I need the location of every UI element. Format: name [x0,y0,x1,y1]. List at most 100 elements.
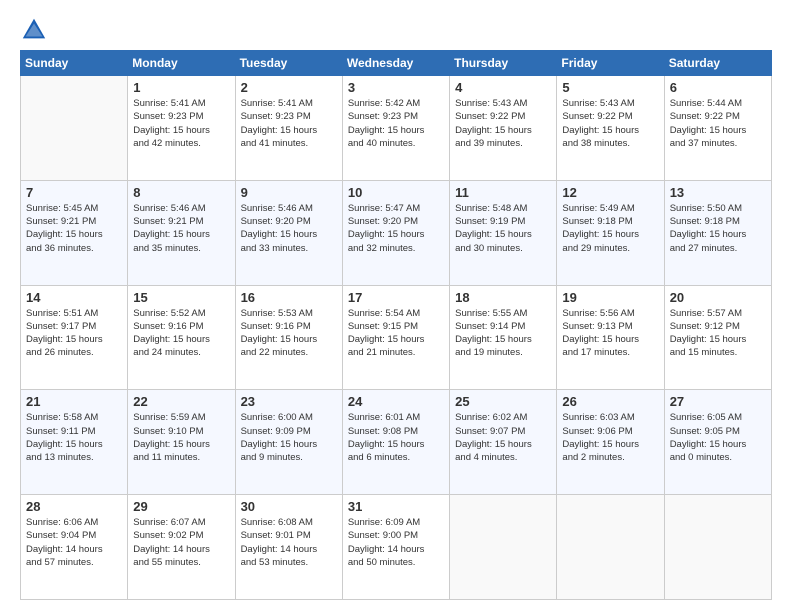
weekday-header-sunday: Sunday [21,51,128,76]
day-info: Sunrise: 6:09 AM Sunset: 9:00 PM Dayligh… [348,516,444,569]
day-info: Sunrise: 5:45 AM Sunset: 9:21 PM Dayligh… [26,202,122,255]
calendar-week-row: 28 Sunrise: 6:06 AM Sunset: 9:04 PM Dayli… [21,495,772,600]
day-number: 16 [241,290,337,305]
day-info: Sunrise: 5:46 AM Sunset: 9:20 PM Dayligh… [241,202,337,255]
day-number: 20 [670,290,766,305]
day-info: Sunrise: 5:51 AM Sunset: 9:17 PM Dayligh… [26,307,122,360]
calendar-week-row: 21 Sunrise: 5:58 AM Sunset: 9:11 PM Dayli… [21,390,772,495]
day-number: 3 [348,80,444,95]
day-info: Sunrise: 5:54 AM Sunset: 9:15 PM Dayligh… [348,307,444,360]
day-info: Sunrise: 5:43 AM Sunset: 9:22 PM Dayligh… [562,97,658,150]
day-number: 14 [26,290,122,305]
calendar-cell: 16 Sunrise: 5:53 AM Sunset: 9:16 PM Dayli… [235,285,342,390]
calendar-cell: 28 Sunrise: 6:06 AM Sunset: 9:04 PM Dayli… [21,495,128,600]
calendar-cell [557,495,664,600]
day-info: Sunrise: 6:03 AM Sunset: 9:06 PM Dayligh… [562,411,658,464]
calendar-cell: 13Sunrise: 5:50 AM Sunset: 9:18 PM Dayli… [664,180,771,285]
day-number: 17 [348,290,444,305]
calendar-cell: 8 Sunrise: 5:46 AM Sunset: 9:21 PM Daylig… [128,180,235,285]
calendar-cell: 2Sunrise: 5:41 AM Sunset: 9:23 PM Daylig… [235,76,342,181]
day-info: Sunrise: 5:57 AM Sunset: 9:12 PM Dayligh… [670,307,766,360]
weekday-header-friday: Friday [557,51,664,76]
calendar-cell: 20 Sunrise: 5:57 AM Sunset: 9:12 PM Dayli… [664,285,771,390]
day-info: Sunrise: 5:43 AM Sunset: 9:22 PM Dayligh… [455,97,551,150]
calendar-cell: 23 Sunrise: 6:00 AM Sunset: 9:09 PM Dayli… [235,390,342,495]
day-number: 19 [562,290,658,305]
calendar-cell: 18 Sunrise: 5:55 AM Sunset: 9:14 PM Dayli… [450,285,557,390]
day-info: Sunrise: 5:53 AM Sunset: 9:16 PM Dayligh… [241,307,337,360]
day-number: 2 [241,80,337,95]
weekday-header-thursday: Thursday [450,51,557,76]
day-number: 21 [26,394,122,409]
day-number: 15 [133,290,229,305]
day-info: Sunrise: 6:08 AM Sunset: 9:01 PM Dayligh… [241,516,337,569]
day-number: 24 [348,394,444,409]
calendar-cell: 30Sunrise: 6:08 AM Sunset: 9:01 PM Dayli… [235,495,342,600]
calendar-cell: 17 Sunrise: 5:54 AM Sunset: 9:15 PM Dayli… [342,285,449,390]
calendar-cell: 25Sunrise: 6:02 AM Sunset: 9:07 PM Dayli… [450,390,557,495]
calendar-cell [450,495,557,600]
calendar-cell: 26 Sunrise: 6:03 AM Sunset: 9:06 PM Dayli… [557,390,664,495]
day-number: 9 [241,185,337,200]
day-number: 1 [133,80,229,95]
day-number: 27 [670,394,766,409]
calendar-cell: 31 Sunrise: 6:09 AM Sunset: 9:00 PM Dayli… [342,495,449,600]
day-number: 25 [455,394,551,409]
day-number: 31 [348,499,444,514]
day-number: 23 [241,394,337,409]
calendar-cell: 27Sunrise: 6:05 AM Sunset: 9:05 PM Dayli… [664,390,771,495]
calendar-cell: 29 Sunrise: 6:07 AM Sunset: 9:02 PM Dayli… [128,495,235,600]
day-info: Sunrise: 5:49 AM Sunset: 9:18 PM Dayligh… [562,202,658,255]
day-number: 4 [455,80,551,95]
calendar-cell: 6Sunrise: 5:44 AM Sunset: 9:22 PM Daylig… [664,76,771,181]
day-info: Sunrise: 6:06 AM Sunset: 9:04 PM Dayligh… [26,516,122,569]
weekday-header-row: SundayMondayTuesdayWednesdayThursdayFrid… [21,51,772,76]
day-number: 13 [670,185,766,200]
day-number: 28 [26,499,122,514]
day-info: Sunrise: 5:46 AM Sunset: 9:21 PM Dayligh… [133,202,229,255]
calendar-cell [664,495,771,600]
day-number: 10 [348,185,444,200]
weekday-header-monday: Monday [128,51,235,76]
day-number: 29 [133,499,229,514]
day-number: 26 [562,394,658,409]
day-info: Sunrise: 5:52 AM Sunset: 9:16 PM Dayligh… [133,307,229,360]
day-info: Sunrise: 5:42 AM Sunset: 9:23 PM Dayligh… [348,97,444,150]
calendar-cell: 12 Sunrise: 5:49 AM Sunset: 9:18 PM Dayli… [557,180,664,285]
weekday-header-tuesday: Tuesday [235,51,342,76]
calendar-cell: 24 Sunrise: 6:01 AM Sunset: 9:08 PM Dayli… [342,390,449,495]
day-number: 18 [455,290,551,305]
day-info: Sunrise: 5:59 AM Sunset: 9:10 PM Dayligh… [133,411,229,464]
calendar-week-row: 1 Sunrise: 5:41 AM Sunset: 9:23 PM Daylig… [21,76,772,181]
day-info: Sunrise: 6:01 AM Sunset: 9:08 PM Dayligh… [348,411,444,464]
day-info: Sunrise: 5:41 AM Sunset: 9:23 PM Dayligh… [133,97,229,150]
calendar-cell: 19 Sunrise: 5:56 AM Sunset: 9:13 PM Dayli… [557,285,664,390]
calendar-cell: 4 Sunrise: 5:43 AM Sunset: 9:22 PM Daylig… [450,76,557,181]
day-number: 8 [133,185,229,200]
weekday-header-saturday: Saturday [664,51,771,76]
day-info: Sunrise: 6:07 AM Sunset: 9:02 PM Dayligh… [133,516,229,569]
calendar-cell: 21 Sunrise: 5:58 AM Sunset: 9:11 PM Dayli… [21,390,128,495]
day-number: 12 [562,185,658,200]
day-number: 5 [562,80,658,95]
weekday-header-wednesday: Wednesday [342,51,449,76]
day-number: 7 [26,185,122,200]
page: SundayMondayTuesdayWednesdayThursdayFrid… [0,0,792,612]
calendar-cell: 22Sunrise: 5:59 AM Sunset: 9:10 PM Dayli… [128,390,235,495]
calendar-week-row: 14 Sunrise: 5:51 AM Sunset: 9:17 PM Dayli… [21,285,772,390]
calendar-cell: 3 Sunrise: 5:42 AM Sunset: 9:23 PM Daylig… [342,76,449,181]
calendar-cell: 14 Sunrise: 5:51 AM Sunset: 9:17 PM Dayli… [21,285,128,390]
day-info: Sunrise: 5:55 AM Sunset: 9:14 PM Dayligh… [455,307,551,360]
calendar-cell: 5 Sunrise: 5:43 AM Sunset: 9:22 PM Daylig… [557,76,664,181]
calendar-cell: 7 Sunrise: 5:45 AM Sunset: 9:21 PM Daylig… [21,180,128,285]
calendar-table: SundayMondayTuesdayWednesdayThursdayFrid… [20,50,772,600]
calendar-cell: 15 Sunrise: 5:52 AM Sunset: 9:16 PM Dayli… [128,285,235,390]
day-info: Sunrise: 5:56 AM Sunset: 9:13 PM Dayligh… [562,307,658,360]
calendar-week-row: 7 Sunrise: 5:45 AM Sunset: 9:21 PM Daylig… [21,180,772,285]
day-info: Sunrise: 6:00 AM Sunset: 9:09 PM Dayligh… [241,411,337,464]
calendar-cell: 1 Sunrise: 5:41 AM Sunset: 9:23 PM Daylig… [128,76,235,181]
calendar-cell: 10Sunrise: 5:47 AM Sunset: 9:20 PM Dayli… [342,180,449,285]
day-info: Sunrise: 5:58 AM Sunset: 9:11 PM Dayligh… [26,411,122,464]
calendar-cell: 11Sunrise: 5:48 AM Sunset: 9:19 PM Dayli… [450,180,557,285]
day-info: Sunrise: 5:44 AM Sunset: 9:22 PM Dayligh… [670,97,766,150]
